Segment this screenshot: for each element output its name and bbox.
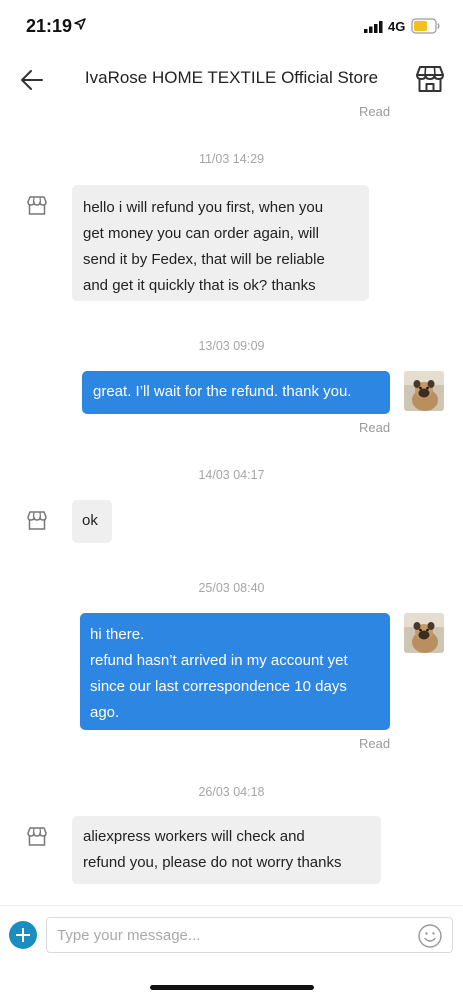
- message-timestamp: 26/03 04:18: [198, 785, 265, 799]
- buyer-message-bubble[interactable]: hi there. refund hasn’t arrived in my ac…: [80, 613, 390, 730]
- message-input[interactable]: [57, 924, 397, 946]
- seller-store-icon: [27, 511, 47, 530]
- chat-thread[interactable]: Read 11/03 14:29 hello i will refund you…: [0, 100, 463, 900]
- read-receipt: Read: [359, 736, 391, 751]
- location-arrow-icon: [74, 18, 86, 30]
- emoji-smile-icon[interactable]: [417, 923, 443, 949]
- home-indicator[interactable]: [150, 985, 314, 990]
- back-arrow-icon[interactable]: [18, 66, 46, 94]
- seller-message-bubble[interactable]: ok: [72, 500, 112, 543]
- message-composer: [0, 905, 463, 965]
- message-text-line: since our last correspondence 10 days: [90, 678, 347, 695]
- user-avatar[interactable]: [404, 371, 444, 411]
- status-bar: 21:19 4G: [0, 0, 463, 52]
- battery-icon: [411, 18, 440, 34]
- message-timestamp: 25/03 08:40: [198, 581, 265, 595]
- network-type: 4G: [388, 19, 406, 34]
- message-timestamp: 11/03 14:29: [198, 152, 265, 166]
- message-timestamp: 14/03 04:17: [198, 468, 265, 482]
- plus-icon[interactable]: [9, 921, 37, 949]
- store-title: IvaRose HOME TEXTILE Official Store: [84, 68, 379, 87]
- buyer-message-bubble[interactable]: great. I’ll wait for the refund. thank y…: [82, 371, 390, 414]
- user-avatar[interactable]: [404, 613, 444, 653]
- message-text-line: send it by Fedex, that will be reliable: [83, 251, 325, 268]
- chat-header: IvaRose HOME TEXTILE Official Store: [0, 52, 463, 106]
- read-receipt: Read: [359, 420, 391, 435]
- signal-icon: [364, 21, 383, 33]
- message-text-line: hi there.: [90, 626, 145, 643]
- message-text-line: and get it quickly that is ok? thanks: [83, 277, 316, 294]
- message-text-line: aliexpress workers will check and: [83, 828, 305, 845]
- store-icon[interactable]: [414, 65, 446, 93]
- message-text-line: refund hasn’t arrived in my account yet: [90, 652, 348, 669]
- status-time: 21:19: [26, 16, 73, 36]
- seller-message-bubble[interactable]: hello i will refund you first, when you …: [72, 185, 369, 301]
- message-timestamp: 13/03 09:09: [198, 339, 265, 353]
- seller-store-icon: [27, 196, 47, 215]
- message-text-line: refund you, please do not worry thanks: [83, 854, 342, 871]
- message-text-line: ago.: [90, 704, 120, 721]
- seller-message-bubble[interactable]: aliexpress workers will check and refund…: [72, 816, 381, 884]
- message-text-line: get money you can order again, will: [83, 225, 319, 242]
- message-text-line: hello i will refund you first, when you: [83, 199, 324, 216]
- seller-store-icon: [27, 827, 47, 846]
- read-receipt: Read: [359, 104, 391, 119]
- message-input-box[interactable]: [46, 917, 453, 953]
- message-text-line: great. I’ll wait for the refund. thank y…: [93, 383, 352, 400]
- message-text-line: ok: [82, 512, 98, 529]
